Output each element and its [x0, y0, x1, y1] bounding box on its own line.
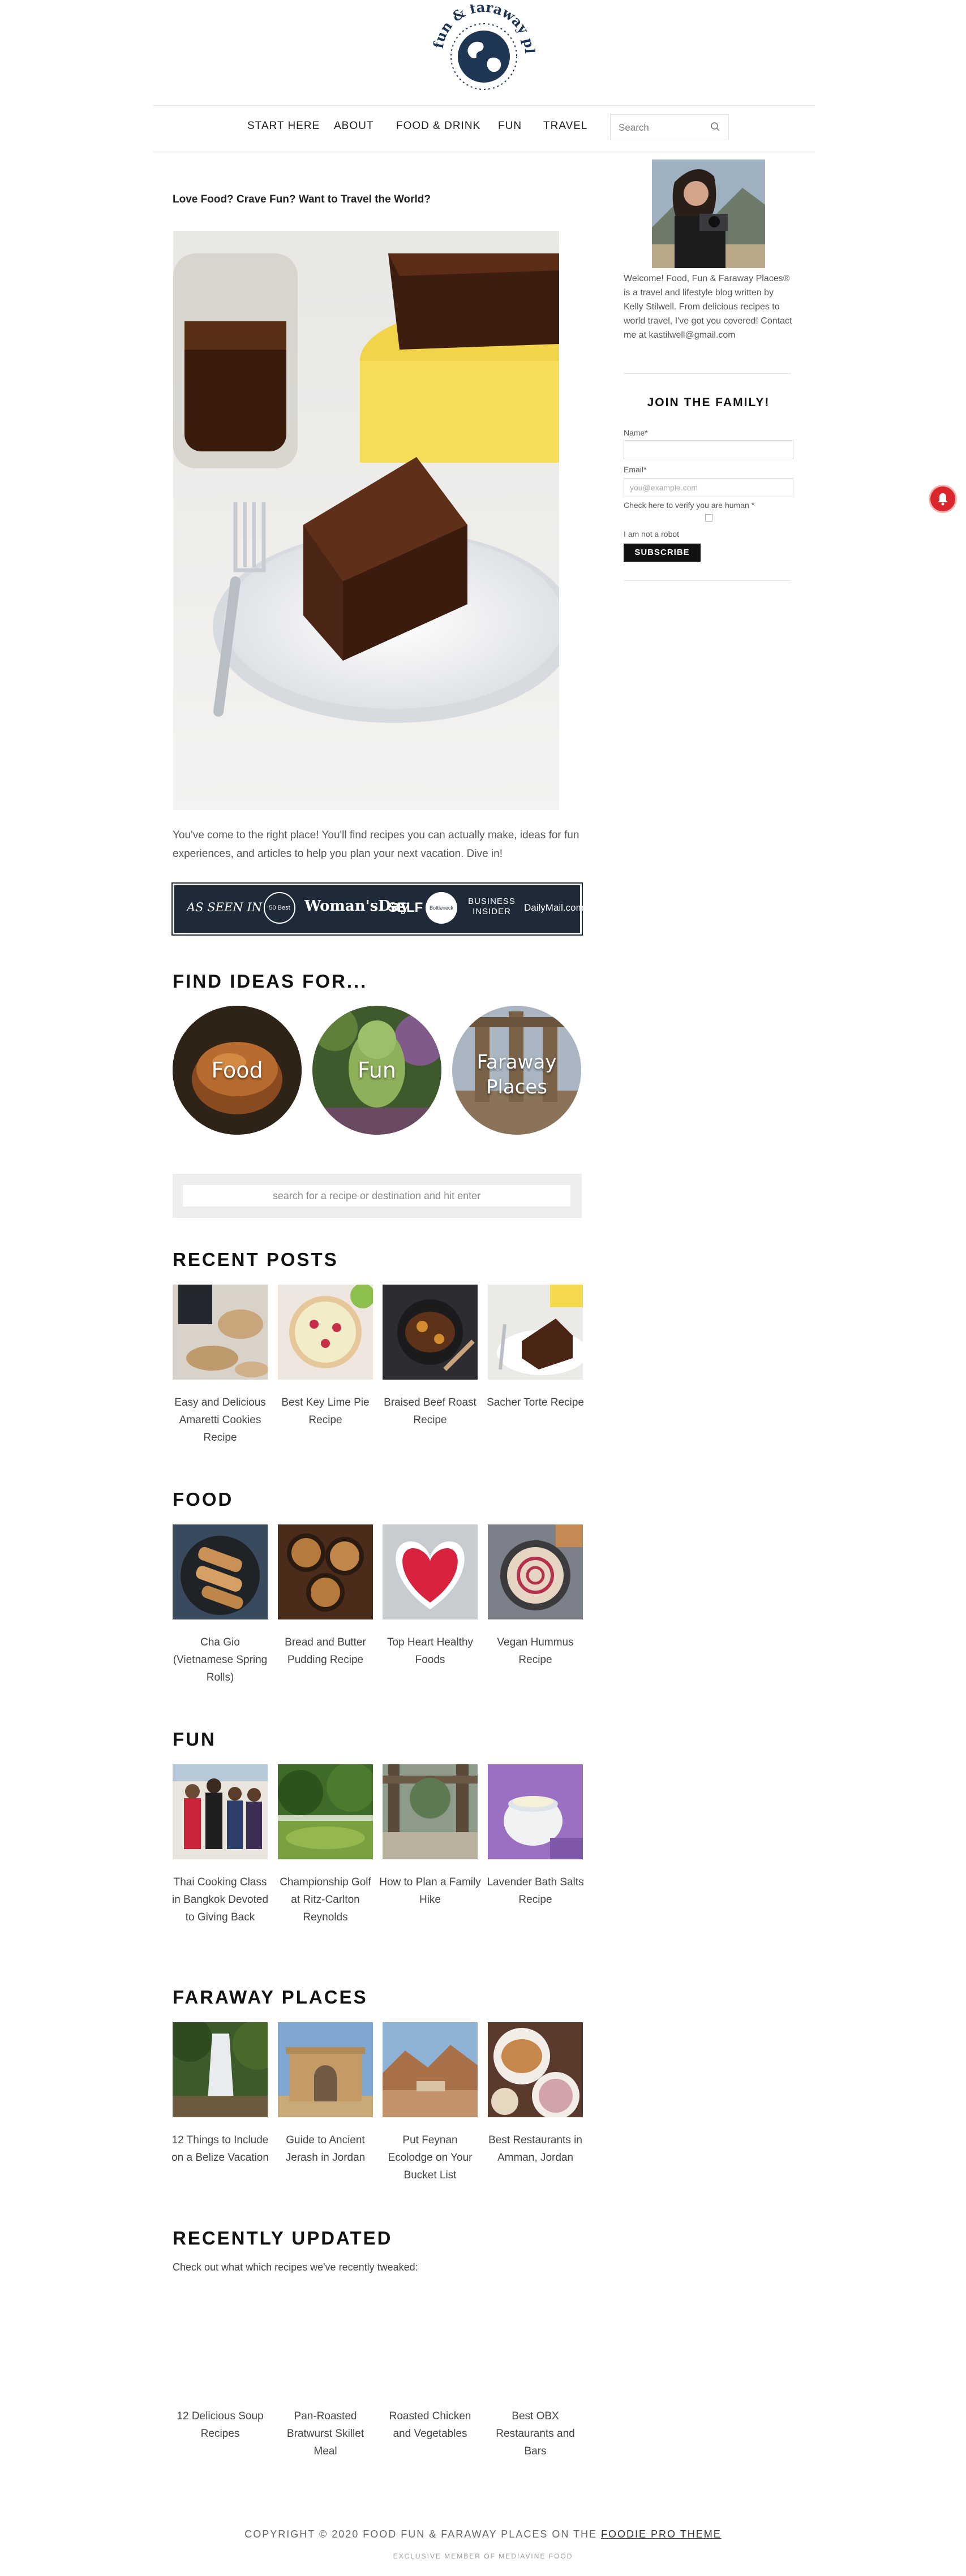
post-title-key-lime-pie[interactable]: Best Key Lime Pie Recipe: [274, 1394, 376, 1429]
thumb-feynan-ecolodge[interactable]: [383, 2022, 478, 2117]
thumb-key-lime-pie[interactable]: [278, 1285, 373, 1380]
circle-faraway-places-label: Faraway Places: [476, 1051, 557, 1099]
faraway-places-section-title: Faraway Places: [173, 1987, 368, 2008]
thumb-braised-beef-roast[interactable]: [383, 1285, 478, 1380]
thumb-ancient-jerash[interactable]: [278, 2022, 373, 2117]
sidebar-divider-1: [624, 373, 791, 374]
post-title-feynan-ecolodge[interactable]: Put Feynan Ecolodge on Your Bucket List: [379, 2131, 481, 2184]
post-title-braised-beef-roast[interactable]: Braised Beef Roast Recipe: [379, 1394, 481, 1429]
header-search-input[interactable]: Search: [610, 114, 729, 140]
post-title-championship-golf[interactable]: Championship Golf at Ritz-Carlton Reynol…: [274, 1873, 376, 1926]
thumb-family-hike[interactable]: [383, 1764, 478, 1859]
thumb-belize-vacation[interactable]: [173, 2022, 268, 2117]
post-title-thai-cooking-class[interactable]: Thai Cooking Class in Bangkok Devoted to…: [169, 1873, 271, 1926]
recipe-search-input[interactable]: search for a recipe or destination and h…: [183, 1185, 570, 1207]
post-title-amman-restaurants[interactable]: Best Restaurants in Amman, Jordan: [484, 2131, 586, 2166]
thumb-heart-healthy-foods[interactable]: [383, 1524, 478, 1619]
thumb-vegan-hummus[interactable]: [488, 1524, 583, 1619]
author-photo: [652, 160, 765, 268]
author-bio: Welcome! Food, Fun & Faraway Places® is …: [624, 274, 792, 340]
hero-image-chocolate-cake: [173, 231, 559, 810]
post-title-bread-butter-pudding[interactable]: Bread and Butter Pudding Recipe: [274, 1634, 376, 1669]
post-title-soup-recipes[interactable]: 12 Delicious Soup Recipes: [169, 2407, 271, 2443]
thumb-cha-gio[interactable]: [173, 1524, 268, 1619]
recipe-search-box: search for a recipe or destination and h…: [173, 1174, 582, 1218]
outlet-dailymail: DailyMail.com: [524, 902, 584, 913]
sidebar-divider-2: [624, 580, 791, 581]
email-field-placeholder: you@example.com: [630, 483, 698, 492]
recent-posts-title: Recent Posts: [173, 1249, 338, 1270]
post-title-amaretti-cookies[interactable]: Easy and Delicious Amaretti Cookies Reci…: [169, 1394, 271, 1446]
outlet-50-best: 50 Best: [264, 892, 295, 924]
post-title-ancient-jerash[interactable]: Guide to Ancient Jerash in Jordan: [274, 2131, 376, 2166]
intro-text: You've come to the right place! You'll f…: [173, 829, 579, 860]
bell-icon: [937, 492, 948, 509]
circle-fun[interactable]: Fun: [312, 1006, 441, 1135]
recently-updated-text: Check out what which recipes we've recen…: [173, 2261, 418, 2273]
post-title-obx-restaurants[interactable]: Best OBX Restaurants and Bars: [484, 2407, 586, 2460]
nav-start-here[interactable]: Start Here: [247, 120, 320, 132]
post-title-lavender-bath-salts[interactable]: Lavender Bath Salts Recipe: [484, 1873, 586, 1909]
header-search-placeholder: Search: [619, 122, 649, 133]
post-title-cha-gio[interactable]: Cha Gio (Vietnamese Spring Rolls): [169, 1634, 271, 1686]
outlet-bottleneck: Bottleneck: [426, 892, 457, 924]
site-logo[interactable]: food fun & faraway places: [426, 0, 538, 95]
post-title-family-hike[interactable]: How to Plan a Family Hike: [379, 1873, 481, 1909]
human-checkbox[interactable]: [705, 514, 712, 522]
fun-section-title: Fun: [173, 1729, 216, 1750]
thumb-amaretti-cookies[interactable]: [173, 1285, 268, 1380]
email-field-label: Email*: [624, 465, 647, 474]
circle-fun-label: Fun: [358, 1058, 396, 1083]
join-family-title: JOIN THE FAMILY!: [647, 396, 770, 409]
header-divider-top: [153, 105, 815, 106]
robot-check-label: I am not a robot: [624, 529, 680, 539]
circle-food-label: Food: [211, 1058, 263, 1083]
thumb-sacher-torte[interactable]: [488, 1285, 583, 1380]
food-section-title: Food: [173, 1489, 234, 1510]
as-seen-in-label: AS SEEN IN: [187, 901, 262, 914]
post-title-heart-healthy-foods[interactable]: Top Heart Healthy Foods: [379, 1634, 481, 1669]
footer-copyright-text: COPYRIGHT © 2020 FOOD FUN & FARAWAY PLAC…: [244, 2528, 602, 2540]
notification-bell-button[interactable]: [930, 486, 955, 511]
thumb-thai-cooking-class[interactable]: [173, 1764, 268, 1859]
recently-updated-title: Recently Updated: [173, 2228, 393, 2248]
post-title-vegan-hummus[interactable]: Vegan Hummus Recipe: [484, 1634, 586, 1669]
subscribe-button[interactable]: SUBSCRIBE: [624, 544, 701, 562]
outlet-business-insider: BUSINESS INSIDER: [468, 897, 516, 916]
find-ideas-title: Find Ideas For...: [173, 971, 368, 992]
nav-food-drink[interactable]: Food & Drink: [396, 120, 480, 132]
outlet-self: SELF: [388, 900, 423, 915]
thumb-amman-restaurants[interactable]: [488, 2022, 583, 2117]
nav-about[interactable]: About: [334, 120, 373, 132]
foodie-pro-theme-link[interactable]: FOODIE PRO THEME: [601, 2528, 722, 2540]
name-field[interactable]: [624, 440, 793, 459]
thumb-championship-golf[interactable]: [278, 1764, 373, 1859]
post-title-roasted-chicken[interactable]: Roasted Chicken and Vegetables: [379, 2407, 481, 2443]
thumb-bread-butter-pudding[interactable]: [278, 1524, 373, 1619]
as-seen-in-banner: AS SEEN IN 50 Best Woman'sDay SELF Bottl…: [171, 882, 584, 936]
intro-heading: Love Food? Crave Fun? Want to Travel the…: [173, 193, 431, 205]
post-title-bratwurst-skillet[interactable]: Pan-Roasted Bratwurst Skillet Meal: [274, 2407, 376, 2460]
footer-mediavine-member: EXCLUSIVE MEMBER OF MEDIAVINE FOOD: [393, 2552, 573, 2560]
circle-faraway-places[interactable]: Faraway Places: [452, 1006, 581, 1135]
thumb-lavender-bath-salts[interactable]: [488, 1764, 583, 1859]
footer-copyright: COPYRIGHT © 2020 FOOD FUN & FARAWAY PLAC…: [0, 2528, 966, 2540]
human-check-label: Check here to verify you are human *: [624, 501, 755, 510]
circle-food[interactable]: Food: [173, 1006, 302, 1135]
name-field-label: Name*: [624, 428, 648, 437]
nav-travel[interactable]: Travel: [543, 120, 588, 132]
post-title-sacher-torte[interactable]: Sacher Torte Recipe: [484, 1394, 586, 1411]
post-title-belize-vacation[interactable]: 12 Things to Include on a Belize Vacatio…: [169, 2131, 271, 2166]
search-icon[interactable]: [710, 122, 720, 135]
nav-fun[interactable]: Fun: [498, 120, 522, 132]
email-field[interactable]: you@example.com: [624, 478, 793, 497]
